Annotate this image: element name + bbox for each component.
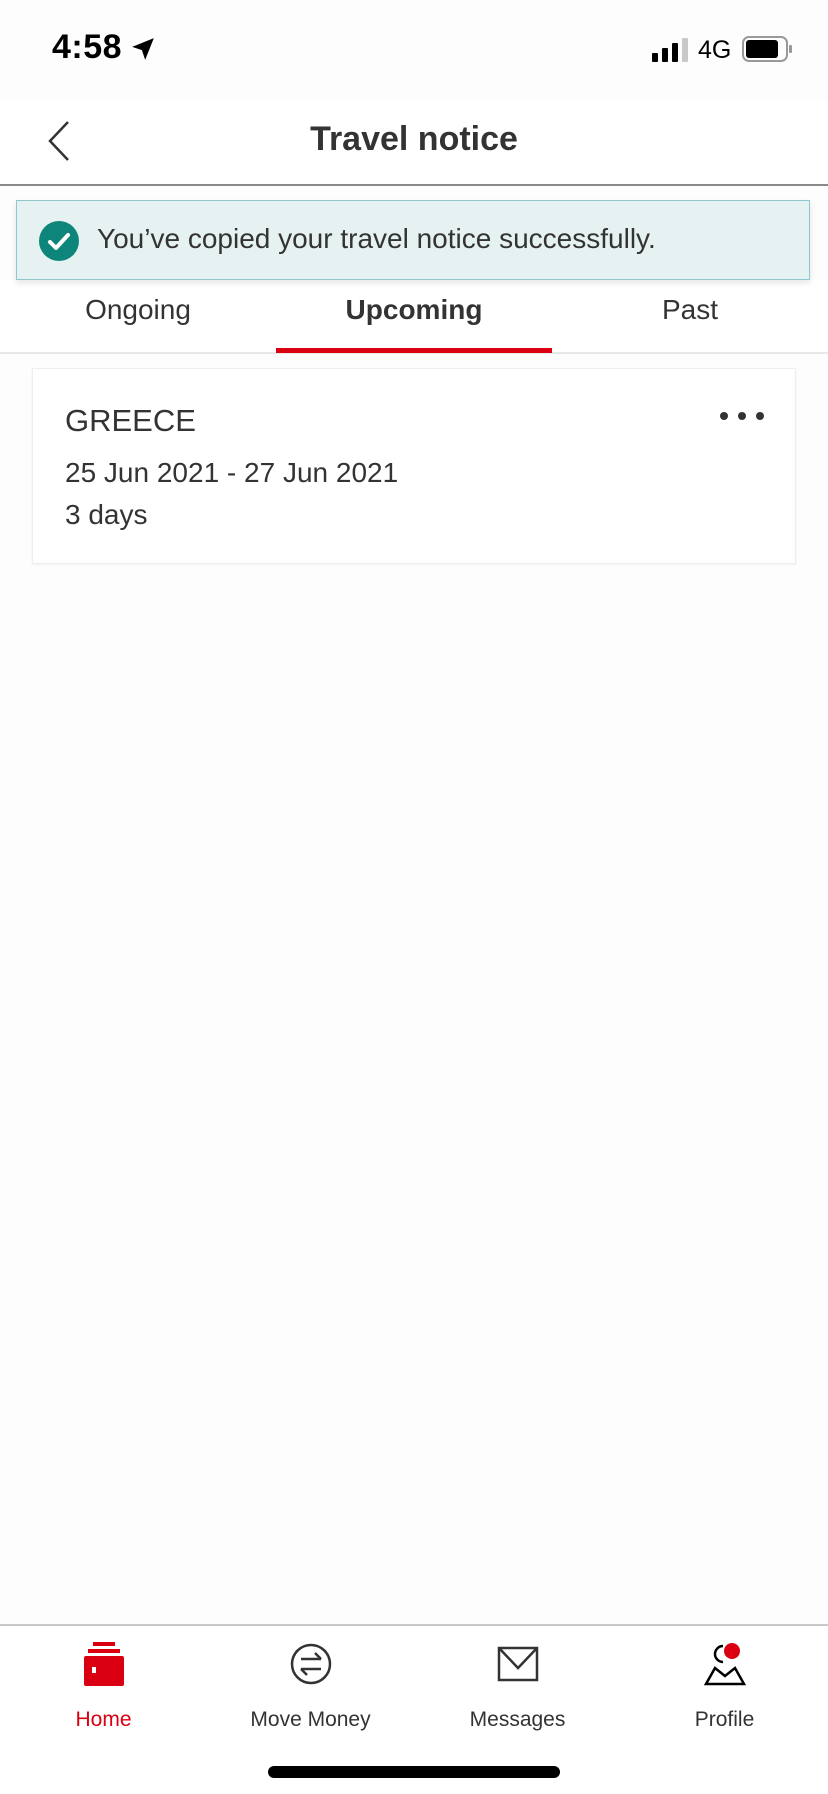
tab-ongoing[interactable]: Ongoing xyxy=(0,294,276,352)
nav-profile[interactable]: Profile xyxy=(621,1626,828,1736)
signal-bars-icon xyxy=(652,38,688,62)
nav-header: Travel notice xyxy=(0,100,828,186)
tab-upcoming[interactable]: Upcoming xyxy=(276,294,552,352)
tab-bar: Ongoing Upcoming Past xyxy=(0,280,828,354)
more-horizontal-icon[interactable] xyxy=(719,409,765,423)
notice-country: GREECE xyxy=(65,403,196,438)
status-bar: 4:58 4G xyxy=(0,0,828,100)
nav-home-label: Home xyxy=(75,1708,132,1731)
profile-icon xyxy=(703,1643,747,1686)
banner-message: You’ve copied your travel notice success… xyxy=(97,223,656,254)
nav-move-money[interactable]: Move Money xyxy=(207,1626,414,1736)
nav-messages-label: Messages xyxy=(469,1708,566,1731)
location-arrow-icon xyxy=(132,38,154,60)
network-type: 4G xyxy=(698,36,732,64)
nav-messages[interactable]: Messages xyxy=(414,1626,621,1736)
notice-dates: 25 Jun 2021 - 27 Jun 2021 xyxy=(65,457,399,488)
envelope-icon xyxy=(497,1646,539,1682)
battery-icon xyxy=(742,36,792,62)
notification-badge xyxy=(724,1643,740,1659)
nav-home[interactable]: Home xyxy=(0,1626,207,1736)
tab-past[interactable]: Past xyxy=(552,294,828,352)
transfer-icon xyxy=(290,1643,332,1685)
notice-duration: 3 days xyxy=(65,499,148,530)
page-title: Travel notice xyxy=(310,120,518,158)
check-circle-icon xyxy=(39,221,79,261)
active-tab-indicator xyxy=(276,348,552,353)
home-indicator xyxy=(268,1766,560,1778)
nav-move-money-label: Move Money xyxy=(250,1708,371,1731)
status-time: 4:58 xyxy=(52,28,123,66)
nav-profile-label: Profile xyxy=(694,1708,755,1731)
success-banner: You’ve copied your travel notice success… xyxy=(16,200,810,280)
travel-notice-card[interactable]: GREECE 25 Jun 2021 - 27 Jun 2021 3 days xyxy=(32,368,796,564)
home-icon xyxy=(84,1642,124,1686)
